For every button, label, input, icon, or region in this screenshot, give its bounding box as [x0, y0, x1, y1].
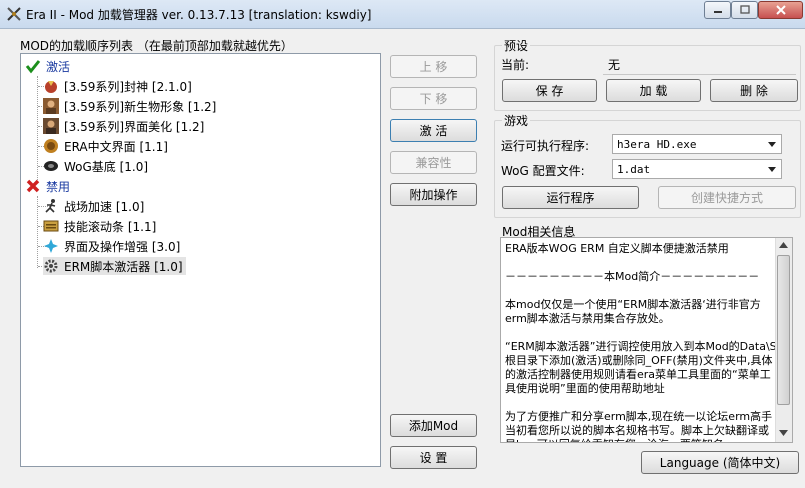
mod-item-label: 技能滚动条 [1.1]: [64, 219, 157, 234]
fengshen-icon: [45, 81, 57, 93]
mod-item-selected[interactable]: ERM脚本激活器 [1.0]: [43, 257, 186, 275]
mod-item[interactable]: WoG基底 [1.0]: [43, 157, 148, 175]
mod-item-label: 界面及操作增强 [3.0]: [64, 239, 181, 254]
scroll-down-icon[interactable]: [779, 430, 788, 436]
mod-info-textbox[interactable]: ERA版本WOG ERM 自定义脚本便捷激活禁用 －－－－－－－－－本Mod简介…: [500, 237, 793, 443]
exe-label: 运行可执行程序:: [501, 139, 590, 153]
maximize-icon: [739, 5, 750, 14]
title-bar[interactable]: Era II - Mod 加载管理器 ver. 0.13.7.13 [trans…: [0, 0, 805, 29]
close-icon: [775, 5, 786, 15]
minimize-button[interactable]: [704, 1, 731, 19]
gear-icon: [44, 259, 58, 273]
scroll-thumb[interactable]: [777, 255, 790, 405]
group-disabled-label: 禁用: [46, 179, 71, 194]
portrait-icon: [43, 118, 59, 134]
scroll-bar-icon: [43, 220, 59, 232]
mod-item[interactable]: [3.59系列]界面美化 [1.2]: [43, 117, 204, 135]
settings-button[interactable]: 设 置: [390, 446, 477, 469]
maximize-button[interactable]: [731, 1, 758, 19]
delete-preset-button[interactable]: 删 除: [710, 79, 798, 102]
mod-item-label: WoG基底 [1.0]: [64, 159, 149, 174]
info-paragraph: 本mod仅仅是一个使用“ERM脚本激活器‘进行非官方erm脚本激活与禁用集合存放…: [505, 298, 761, 325]
mod-item[interactable]: 界面及操作增强 [3.0]: [43, 237, 180, 255]
load-preset-button[interactable]: 加 载: [606, 79, 701, 102]
info-paragraph: “ERM脚本激活器”进行调控使用放入到本Mod的Data\S根目录下添加(激活)…: [505, 340, 777, 395]
close-button[interactable]: [758, 1, 803, 19]
mod-item[interactable]: ERA中文界面 [1.1]: [43, 137, 168, 155]
chevron-down-icon: [768, 142, 776, 147]
preset-label: 预设: [502, 37, 531, 54]
create-shortcut-button[interactable]: 创建快捷方式: [658, 186, 796, 209]
minimize-icon: [713, 11, 722, 13]
run-game-button[interactable]: 运行程序: [502, 186, 639, 209]
game-label: 游戏: [502, 112, 531, 129]
sparkle-icon: [44, 239, 58, 253]
mod-item-label: [3.59系列]新生物形象 [1.2]: [64, 99, 217, 114]
runner-icon: [45, 199, 56, 213]
mod-item-label: [3.59系列]封神 [2.1.0]: [64, 79, 192, 94]
info-paragraph: 为了方便推广和分享erm脚本,现在统一以论坛erm高手当初看您所以说的脚本名规格…: [505, 410, 773, 442]
wog-config-select-value: 1.dat: [617, 162, 651, 176]
mod-item[interactable]: [3.59系列]新生物形象 [1.2]: [43, 97, 216, 115]
wog-config-label: WoG 配置文件:: [501, 164, 585, 178]
mod-item-label: ERA中文界面 [1.1]: [64, 139, 168, 154]
portrait-icon: [43, 98, 59, 114]
mod-item[interactable]: 战场加速 [1.0]: [43, 197, 144, 215]
info-paragraph: －－－－－－－－－本Mod简介－－－－－－－－－: [505, 270, 760, 283]
mod-item[interactable]: [3.59系列]封神 [2.1.0]: [43, 77, 192, 95]
move-up-button[interactable]: 上 移: [390, 55, 477, 78]
add-mod-button[interactable]: 添加Mod: [390, 414, 477, 437]
preset-divider: [603, 74, 796, 75]
exe-select-value: h3era HD.exe: [617, 137, 697, 151]
exe-select[interactable]: h3era HD.exe: [612, 134, 782, 154]
current-preset-value: 无: [608, 58, 621, 72]
era-icon: [44, 139, 58, 153]
mod-item-label: 战场加速 [1.0]: [64, 199, 145, 214]
mod-tree[interactable]: 激活 [3.59系列]封神 [2.1.0] [3.59系列]新生物形象 [1.2…: [20, 53, 381, 467]
info-paragraph: ERA版本WOG ERM 自定义脚本便捷激活禁用: [505, 242, 729, 255]
activate-button[interactable]: 激 活: [390, 119, 477, 142]
current-preset-label: 当前:: [501, 58, 530, 72]
compatibility-button[interactable]: 兼容性: [390, 151, 477, 174]
window-title: Era II - Mod 加载管理器 ver. 0.13.7.13 [trans…: [26, 8, 372, 22]
info-scrollbar[interactable]: [775, 238, 792, 442]
move-down-button[interactable]: 下 移: [390, 87, 477, 110]
group-disabled[interactable]: 禁用: [25, 177, 70, 195]
mod-item-label: ERM脚本激活器 [1.0]: [64, 259, 183, 274]
mod-item[interactable]: 技能滚动条 [1.1]: [43, 217, 156, 235]
mod-list-label: MOD的加载顺序列表 （在最前顶部加载就越优先）: [20, 39, 293, 53]
cross-icon: [26, 179, 40, 193]
extra-actions-button[interactable]: 附加操作: [390, 183, 477, 206]
save-preset-button[interactable]: 保 存: [502, 79, 597, 102]
mod-item-label: [3.59系列]界面美化 [1.2]: [64, 119, 205, 134]
chevron-down-icon: [768, 167, 776, 172]
group-active-label: 激活: [46, 59, 71, 74]
mod-info-text: ERA版本WOG ERM 自定义脚本便捷激活禁用 －－－－－－－－－本Mod简介…: [505, 242, 777, 442]
scroll-up-icon[interactable]: [779, 242, 788, 248]
wog-icon: [44, 161, 58, 171]
crossed-swords-icon: [7, 7, 21, 21]
language-button[interactable]: Language (简体中文): [641, 451, 799, 474]
check-icon: [25, 60, 41, 74]
wog-config-select[interactable]: 1.dat: [612, 159, 782, 179]
group-active[interactable]: 激活: [25, 57, 70, 75]
